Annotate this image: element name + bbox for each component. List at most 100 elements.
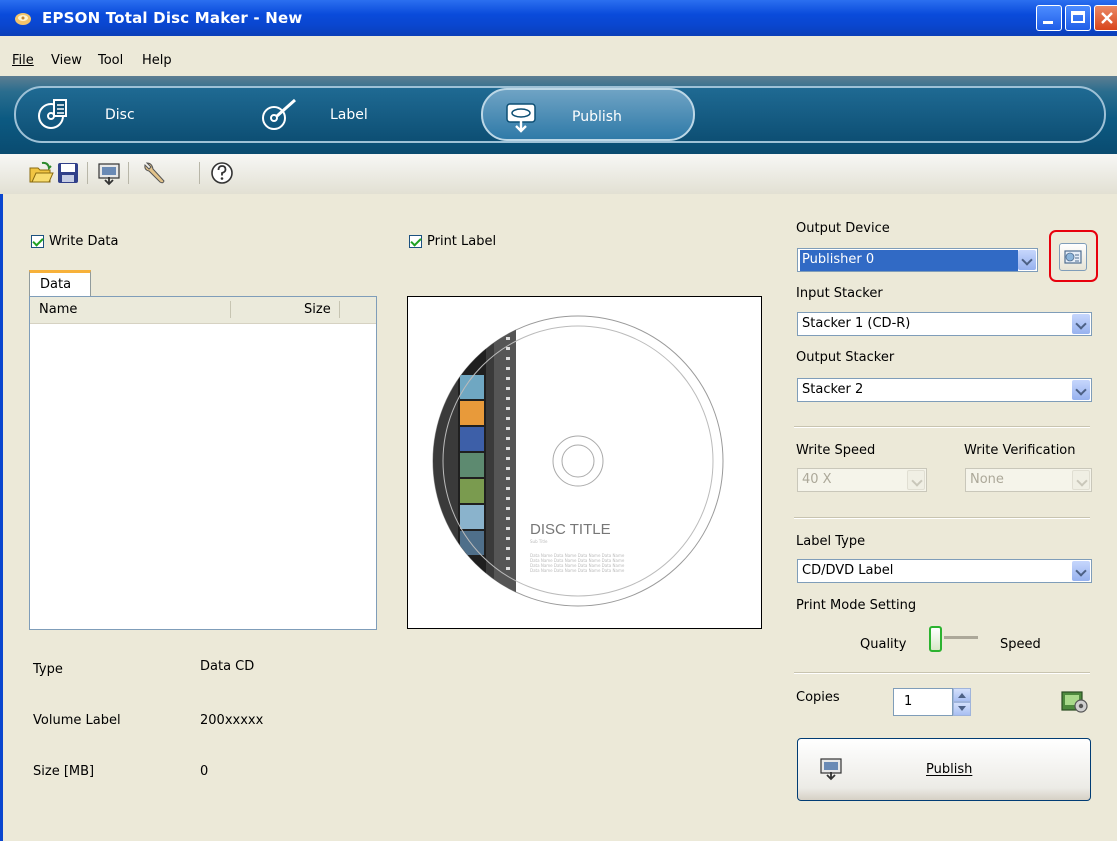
output-stacker-value: Stacker 2 (802, 382, 864, 397)
print-label-checkbox[interactable] (409, 235, 422, 248)
input-stacker-label: Input Stacker (796, 286, 883, 301)
settings-wrench-icon[interactable] (142, 160, 168, 186)
copies-spinner-buttons[interactable] (953, 688, 971, 716)
title-bar: EPSON Total Disc Maker - New (0, 0, 1117, 36)
disc-subtitle: Sub Title (530, 539, 548, 544)
chevron-up-icon (958, 693, 966, 698)
toolbar (0, 154, 1117, 194)
publish-icon (506, 103, 536, 133)
size-label: Size [MB] (33, 764, 95, 779)
navigation-banner: Disc Label Publish (0, 76, 1117, 154)
size-value: 0 (200, 764, 209, 779)
spin-up-button[interactable] (953, 688, 971, 702)
type-value: Data CD (200, 659, 255, 674)
label-type-value: CD/DVD Label (802, 563, 894, 578)
write-speed-value: 40 X (802, 472, 832, 487)
copies-spinner[interactable]: 1 (893, 688, 973, 716)
volume-label-value: 200xxxxx (200, 713, 264, 728)
label-brush-icon (262, 98, 296, 130)
print-mode-slider-thumb[interactable] (929, 626, 942, 652)
column-divider[interactable] (230, 301, 231, 318)
copies-field[interactable]: 1 (893, 688, 953, 716)
publish-button-label: Publish (926, 762, 973, 777)
open-folder-icon[interactable] (28, 160, 54, 186)
disc-title: DISC TITLE (530, 521, 611, 538)
window-title: EPSON Total Disc Maker - New (42, 9, 303, 27)
chevron-down-icon[interactable] (1072, 314, 1090, 334)
menu-view[interactable]: View (51, 53, 82, 68)
label-type-select[interactable]: CD/DVD Label (797, 559, 1092, 583)
spin-down-button[interactable] (953, 702, 971, 716)
publish-icon (820, 758, 842, 781)
nav-bar: Disc Label Publish (14, 86, 1106, 143)
device-properties-button[interactable] (1059, 243, 1087, 271)
print-mode-quality-label: Quality (860, 637, 907, 652)
menu-bar: File View Tool Help (0, 36, 1117, 76)
input-stacker-value: Stacker 1 (CD-R) (802, 316, 911, 331)
device-properties-icon (1064, 250, 1082, 264)
copies-value: 1 (904, 694, 913, 709)
menu-file[interactable]: File (12, 53, 34, 68)
chevron-down-icon[interactable] (1072, 470, 1090, 490)
column-size[interactable]: Size (304, 302, 331, 317)
close-button[interactable] (1094, 5, 1117, 31)
disc-preview-image (432, 315, 724, 607)
label-preview: DISC TITLE Sub Title Data Name Data Name… (407, 296, 762, 629)
chevron-down-icon[interactable] (907, 470, 925, 490)
write-verification-label: Write Verification (964, 443, 1076, 458)
nav-tab-disc[interactable]: Disc (16, 88, 216, 141)
type-label: Type (33, 662, 63, 677)
print-label-label: Print Label (427, 234, 497, 249)
print-mode-slider-track[interactable] (944, 636, 978, 639)
print-mode-speed-label: Speed (1000, 637, 1041, 652)
column-divider[interactable] (339, 301, 340, 318)
output-device-select[interactable]: Publisher 0 (797, 248, 1038, 272)
disc-body-text: Data Name Data Name Data Name Data Name D… (530, 553, 625, 573)
disc-icon (38, 99, 67, 129)
output-device-value: Publisher 0 (800, 250, 1018, 271)
chevron-down-icon[interactable] (1072, 561, 1090, 581)
data-file-list[interactable]: Name Size (29, 296, 377, 630)
nav-tab-label[interactable]: Label (241, 88, 441, 141)
menu-tool[interactable]: Tool (98, 53, 123, 68)
write-speed-label: Write Speed (796, 443, 876, 458)
tab-data-label: Data (40, 277, 72, 292)
toolbar-separator (87, 162, 88, 184)
copies-settings-icon[interactable] (1060, 689, 1090, 715)
output-stacker-label: Output Stacker (796, 350, 895, 365)
write-verification-select[interactable]: None (965, 468, 1092, 492)
toolbar-separator (128, 162, 129, 184)
write-data-checkbox[interactable] (31, 235, 44, 248)
publish-button[interactable]: Publish (797, 738, 1091, 801)
volume-label-label: Volume Label (33, 713, 121, 728)
write-speed-select[interactable]: 40 X (797, 468, 927, 492)
app-icon (15, 13, 31, 25)
chevron-down-icon (958, 706, 966, 711)
write-data-label: Write Data (49, 234, 119, 249)
separator (794, 517, 1090, 519)
nav-tab-publish[interactable]: Publish (481, 88, 695, 141)
input-stacker-select[interactable]: Stacker 1 (CD-R) (797, 312, 1092, 336)
separator (794, 426, 1090, 428)
copies-label: Copies (796, 690, 840, 705)
toolbar-separator (199, 162, 200, 184)
list-header: Name Size (30, 297, 376, 324)
chevron-down-icon[interactable] (1018, 250, 1036, 270)
save-icon[interactable] (55, 160, 81, 186)
label-type-label: Label Type (796, 534, 866, 549)
tab-data[interactable]: Data (29, 270, 91, 297)
nav-label-label: Label (330, 107, 368, 123)
output-device-label: Output Device (796, 221, 890, 236)
write-verification-value: None (970, 472, 1004, 487)
column-name[interactable]: Name (39, 302, 77, 317)
minimize-button[interactable] (1036, 5, 1062, 31)
publish-toolbar-icon[interactable] (96, 160, 122, 186)
maximize-button[interactable] (1065, 5, 1091, 31)
nav-disc-label: Disc (105, 107, 135, 123)
chevron-down-icon[interactable] (1072, 380, 1090, 400)
close-icon (1101, 12, 1113, 24)
help-icon[interactable] (209, 160, 235, 186)
output-stacker-select[interactable]: Stacker 2 (797, 378, 1092, 402)
print-mode-label: Print Mode Setting (796, 598, 917, 613)
menu-help[interactable]: Help (142, 53, 172, 68)
